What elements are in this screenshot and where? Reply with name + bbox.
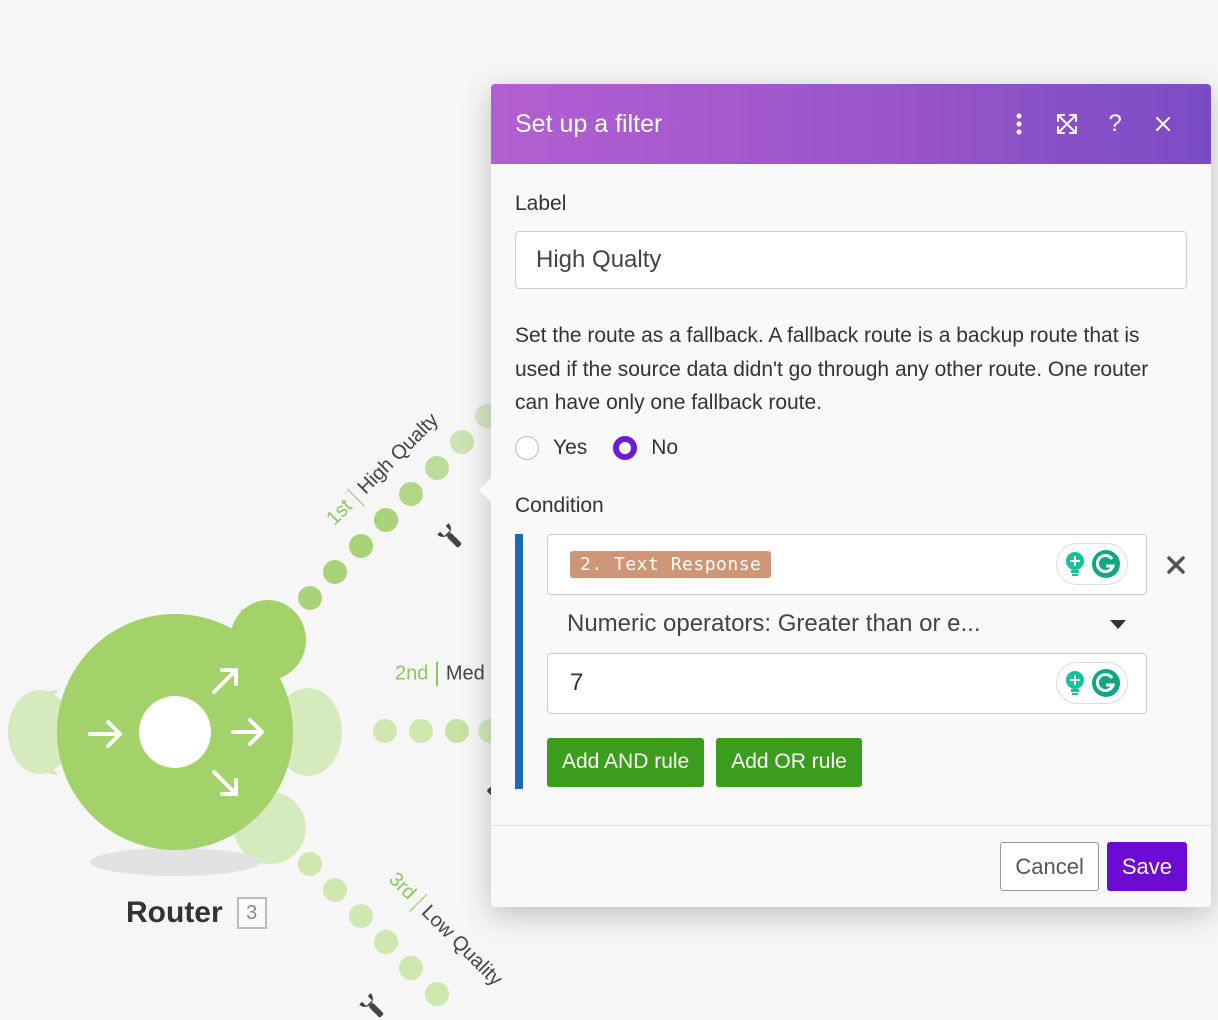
fallback-radio-group: Yes No [515,435,1187,460]
condition-value-input[interactable]: 7 [547,652,1147,714]
wrench-icon[interactable] [437,523,465,551]
router-name: Router [126,896,223,929]
condition-label: Condition [515,493,604,517]
operator-select[interactable]: Numeric operators: Greater than or e... [547,595,1127,653]
filter-dialog: Set up a filter ? Label High Qualty Set … [479,84,1211,907]
more-vertical-icon[interactable] [995,104,1043,144]
mapped-variable-pill[interactable]: 2. Text Response [570,550,772,578]
close-icon[interactable] [1139,104,1187,144]
add-or-rule-button[interactable]: Add OR rule [716,737,862,787]
fallback-yes-label: Yes [553,435,588,459]
help-icon[interactable]: ? [1091,104,1139,144]
grammarly-widget[interactable] [1056,542,1128,585]
operator-value: Numeric operators: Greater than or e... [567,609,981,637]
dialog-body: Label High Qualty Set the route as a fal… [491,164,1211,789]
route-name: Med [445,662,485,685]
add-rule-buttons: Add AND rule Add OR rule [547,737,1187,787]
add-and-rule-button[interactable]: Add AND rule [547,737,705,787]
dialog-header: Set up a filter ? [491,84,1211,164]
fallback-no-radio[interactable] [613,435,638,460]
save-button[interactable]: Save [1106,842,1187,891]
lightbulb-icon[interactable] [1063,551,1087,577]
condition-group: 2. Text Response Numeric operators: Grea… [515,533,1187,789]
fallback-no-label: No [651,435,679,459]
grammarly-icon[interactable] [1091,668,1121,698]
lightbulb-icon[interactable] [1063,670,1087,696]
router-title[interactable]: Router 3 [126,896,267,930]
expand-icon[interactable] [1043,104,1091,144]
condition-operand-input[interactable]: 2. Text Response [547,533,1185,595]
label-field-label: Label [515,192,567,215]
route-order: 2nd [395,662,429,685]
dialog-footer: Cancel Save [491,825,1211,907]
cancel-button[interactable]: Cancel [1000,842,1099,891]
fallback-no-option[interactable]: No [613,435,679,460]
dialog-title: Set up a filter [515,109,663,138]
label-input[interactable]: High Qualty [515,231,1187,289]
grammarly-icon[interactable] [1091,549,1121,579]
route-2-label[interactable]: 2nd Med [395,662,485,686]
condition-value: 7 [570,669,584,696]
wrench-icon[interactable] [359,993,387,1020]
route-separator [436,662,438,686]
dialog-pointer [479,478,491,502]
fallback-yes-radio[interactable] [515,435,539,460]
chevron-down-icon [1110,619,1126,629]
grammarly-widget[interactable] [1056,661,1128,704]
router-shadow [90,848,260,876]
router-hub [139,696,211,768]
fallback-yes-option[interactable]: Yes [515,435,588,460]
router-module-id-badge: 3 [236,897,267,929]
route-2-connection[interactable] [373,719,502,743]
remove-condition-icon[interactable] [1160,549,1192,581]
fallback-description: Set the route as a fallback. A fallback … [515,324,1149,414]
